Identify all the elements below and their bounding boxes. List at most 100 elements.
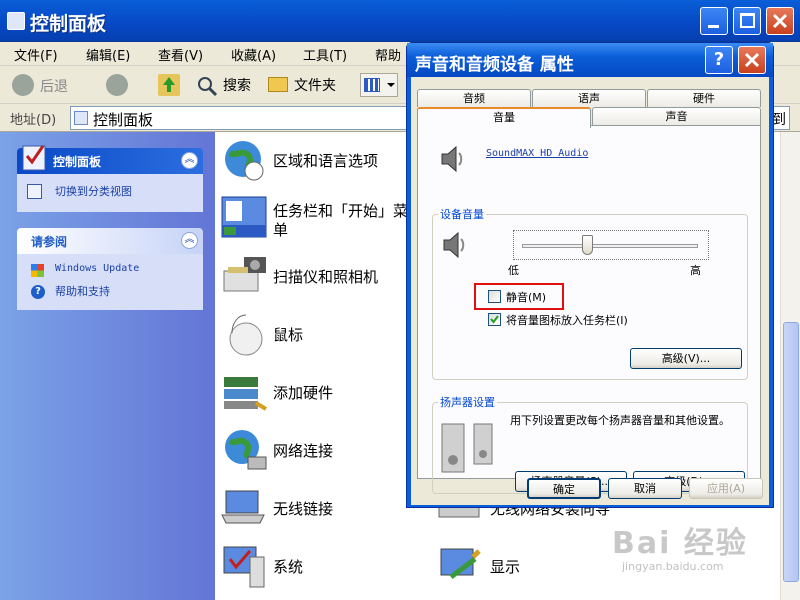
display-icon (440, 548, 481, 579)
tab-hardware[interactable]: 硬件 (647, 89, 761, 107)
item-label-line2: 单 (273, 221, 289, 239)
folders-button[interactable]: 文件夹 (268, 72, 348, 98)
dialog-help-button[interactable]: ? (705, 46, 733, 74)
item-system[interactable]: 系统 (220, 543, 440, 593)
advanced-volume-button[interactable]: 高级(V)... (630, 348, 742, 369)
device-name-link[interactable]: SoundMAX HD Audio (486, 148, 588, 159)
scanner-camera-icon (223, 257, 266, 292)
tab-audio[interactable]: 音频 (417, 89, 531, 107)
cancel-button[interactable]: 取消 (608, 478, 682, 499)
menu-edit[interactable]: 编辑(E) (86, 45, 130, 64)
views-icon (364, 78, 380, 92)
tray-icon-checkbox-row[interactable]: 将音量图标放入任务栏(I) (488, 312, 728, 328)
globe-clock-icon (225, 141, 264, 181)
menu-help[interactable]: 帮助 (375, 45, 401, 64)
control-panel-icon (7, 12, 25, 30)
chevron-down-icon (387, 83, 395, 91)
tab-volume[interactable]: 音量 (417, 107, 591, 128)
tab-sounds[interactable]: 声音 (592, 107, 761, 125)
search-label: 搜索 (223, 78, 251, 94)
window-title: 控制面板 (30, 13, 107, 35)
search-button[interactable]: 搜索 (195, 72, 261, 98)
speaker-description: 用下列设置更改每个扬声器音量和其他设置。 (510, 414, 730, 427)
tab-voice[interactable]: 语声 (532, 89, 646, 107)
item-label: 任务栏和「开始」菜 (273, 202, 409, 220)
menu-tools[interactable]: 工具(T) (303, 45, 347, 64)
see-also-panel-header[interactable]: 请参阅 ︽ (17, 228, 203, 254)
folder-icon (268, 77, 288, 92)
minimize-button[interactable] (700, 7, 728, 35)
taskbar-icon (221, 196, 267, 238)
views-button[interactable] (360, 73, 398, 97)
address-label: 地址(D) (10, 113, 57, 128)
dialog-close-button[interactable] (738, 46, 766, 74)
slider-low-label: 低 (508, 264, 519, 277)
mute-checkbox[interactable] (488, 290, 501, 303)
address-value: 控制面板 (93, 111, 154, 129)
main-titlebar[interactable]: 控制面板 (0, 0, 800, 42)
add-hardware-icon (224, 377, 268, 411)
item-label: 显示 (490, 558, 521, 576)
control-panel-panel-icon (22, 145, 46, 171)
mute-label: 静音(M) (506, 291, 547, 304)
close-button[interactable] (766, 7, 794, 35)
item-label: 扫描仪和照相机 (273, 268, 379, 286)
tray-icon-checkbox[interactable] (488, 313, 501, 326)
item-label: 网络连接 (273, 442, 334, 460)
back-button[interactable]: 后退 (12, 74, 90, 96)
folder-up-icon[interactable] (158, 74, 180, 96)
watermark-url: jingyan.baidu.com (622, 560, 724, 573)
folders-label: 文件夹 (294, 78, 336, 94)
panel-title: 请参阅 (31, 235, 68, 249)
speakers-icon (441, 423, 493, 473)
menu-favorites[interactable]: 收藏(A) (231, 45, 276, 64)
network-globe-icon (225, 430, 267, 470)
ok-button[interactable]: 确定 (527, 478, 601, 499)
dialog-titlebar[interactable]: 声音和音频设备 属性 ? (407, 43, 773, 77)
search-icon (198, 77, 218, 97)
switch-to-category-view-link[interactable]: 切换到分类视图 (55, 183, 132, 199)
control-panel-panel-body: 切换到分类视图 (17, 174, 203, 212)
control-panel-small-icon (74, 111, 88, 125)
tray-icon-label: 将音量图标放入任务栏(I) (506, 314, 628, 327)
back-arrow-icon (12, 74, 34, 96)
windows-update-link[interactable]: Windows Update (55, 263, 139, 274)
panel-title: 控制面板 (53, 155, 102, 169)
see-also-panel-body: Windows Update ? 帮助和支持 (17, 254, 203, 310)
mute-checkbox-row[interactable]: 静音(M) (488, 289, 568, 305)
apply-button[interactable]: 应用(A) (689, 478, 763, 499)
volume-tab-page: SoundMAX HD Audio 设备音量 低 高 静音(M) 将音量图标放入… (417, 125, 761, 494)
sound-properties-dialog: 声音和音频设备 属性 ? 音频 语声 硬件 音量 声音 SoundMAX HD … (406, 42, 774, 508)
system-monitor-icon (223, 546, 265, 588)
device-volume-title: 设备音量 (438, 206, 486, 222)
mouse-icon (229, 314, 263, 356)
speaker-settings-title: 扬声器设置 (438, 394, 497, 410)
watermark-logo-text: Bai 经验 (612, 526, 748, 561)
go-label[interactable]: 到 (772, 109, 786, 129)
slider-track (522, 244, 698, 248)
slider-high-label: 高 (690, 264, 701, 277)
item-label: 无线链接 (273, 500, 334, 518)
item-label: 系统 (273, 558, 304, 576)
help-icon: ? (31, 285, 45, 299)
volume-slider[interactable] (513, 230, 709, 260)
slider-thumb[interactable] (582, 235, 594, 255)
menu-view[interactable]: 查看(V) (158, 45, 203, 64)
help-and-support-link[interactable]: 帮助和支持 (55, 283, 110, 299)
dialog-body: 音频 语声 硬件 音量 声音 SoundMAX HD Audio 设备音量 低 … (411, 77, 769, 505)
speaker-icon (441, 145, 463, 173)
windows-flag-icon (31, 264, 44, 277)
item-label: 区域和语言选项 (273, 152, 379, 170)
maximize-button[interactable] (733, 7, 761, 35)
collapse-chevron-icon[interactable]: ︽ (181, 152, 198, 169)
speaker-icon (443, 231, 465, 259)
task-pane: 控制面板 ︽ 切换到分类视图 请参阅 ︽ Windows Update ? 帮助… (0, 132, 215, 600)
menu-file[interactable]: 文件(F) (14, 45, 58, 64)
wireless-laptop-icon (221, 490, 265, 524)
item-label: 鼠标 (273, 326, 304, 344)
forward-arrow-icon[interactable] (106, 74, 128, 96)
collapse-chevron-icon[interactable]: ︽ (181, 232, 198, 249)
control-panel-panel-header[interactable]: 控制面板 ︽ (17, 145, 203, 174)
item-label: 添加硬件 (273, 384, 334, 402)
back-label: 后退 (40, 79, 68, 95)
